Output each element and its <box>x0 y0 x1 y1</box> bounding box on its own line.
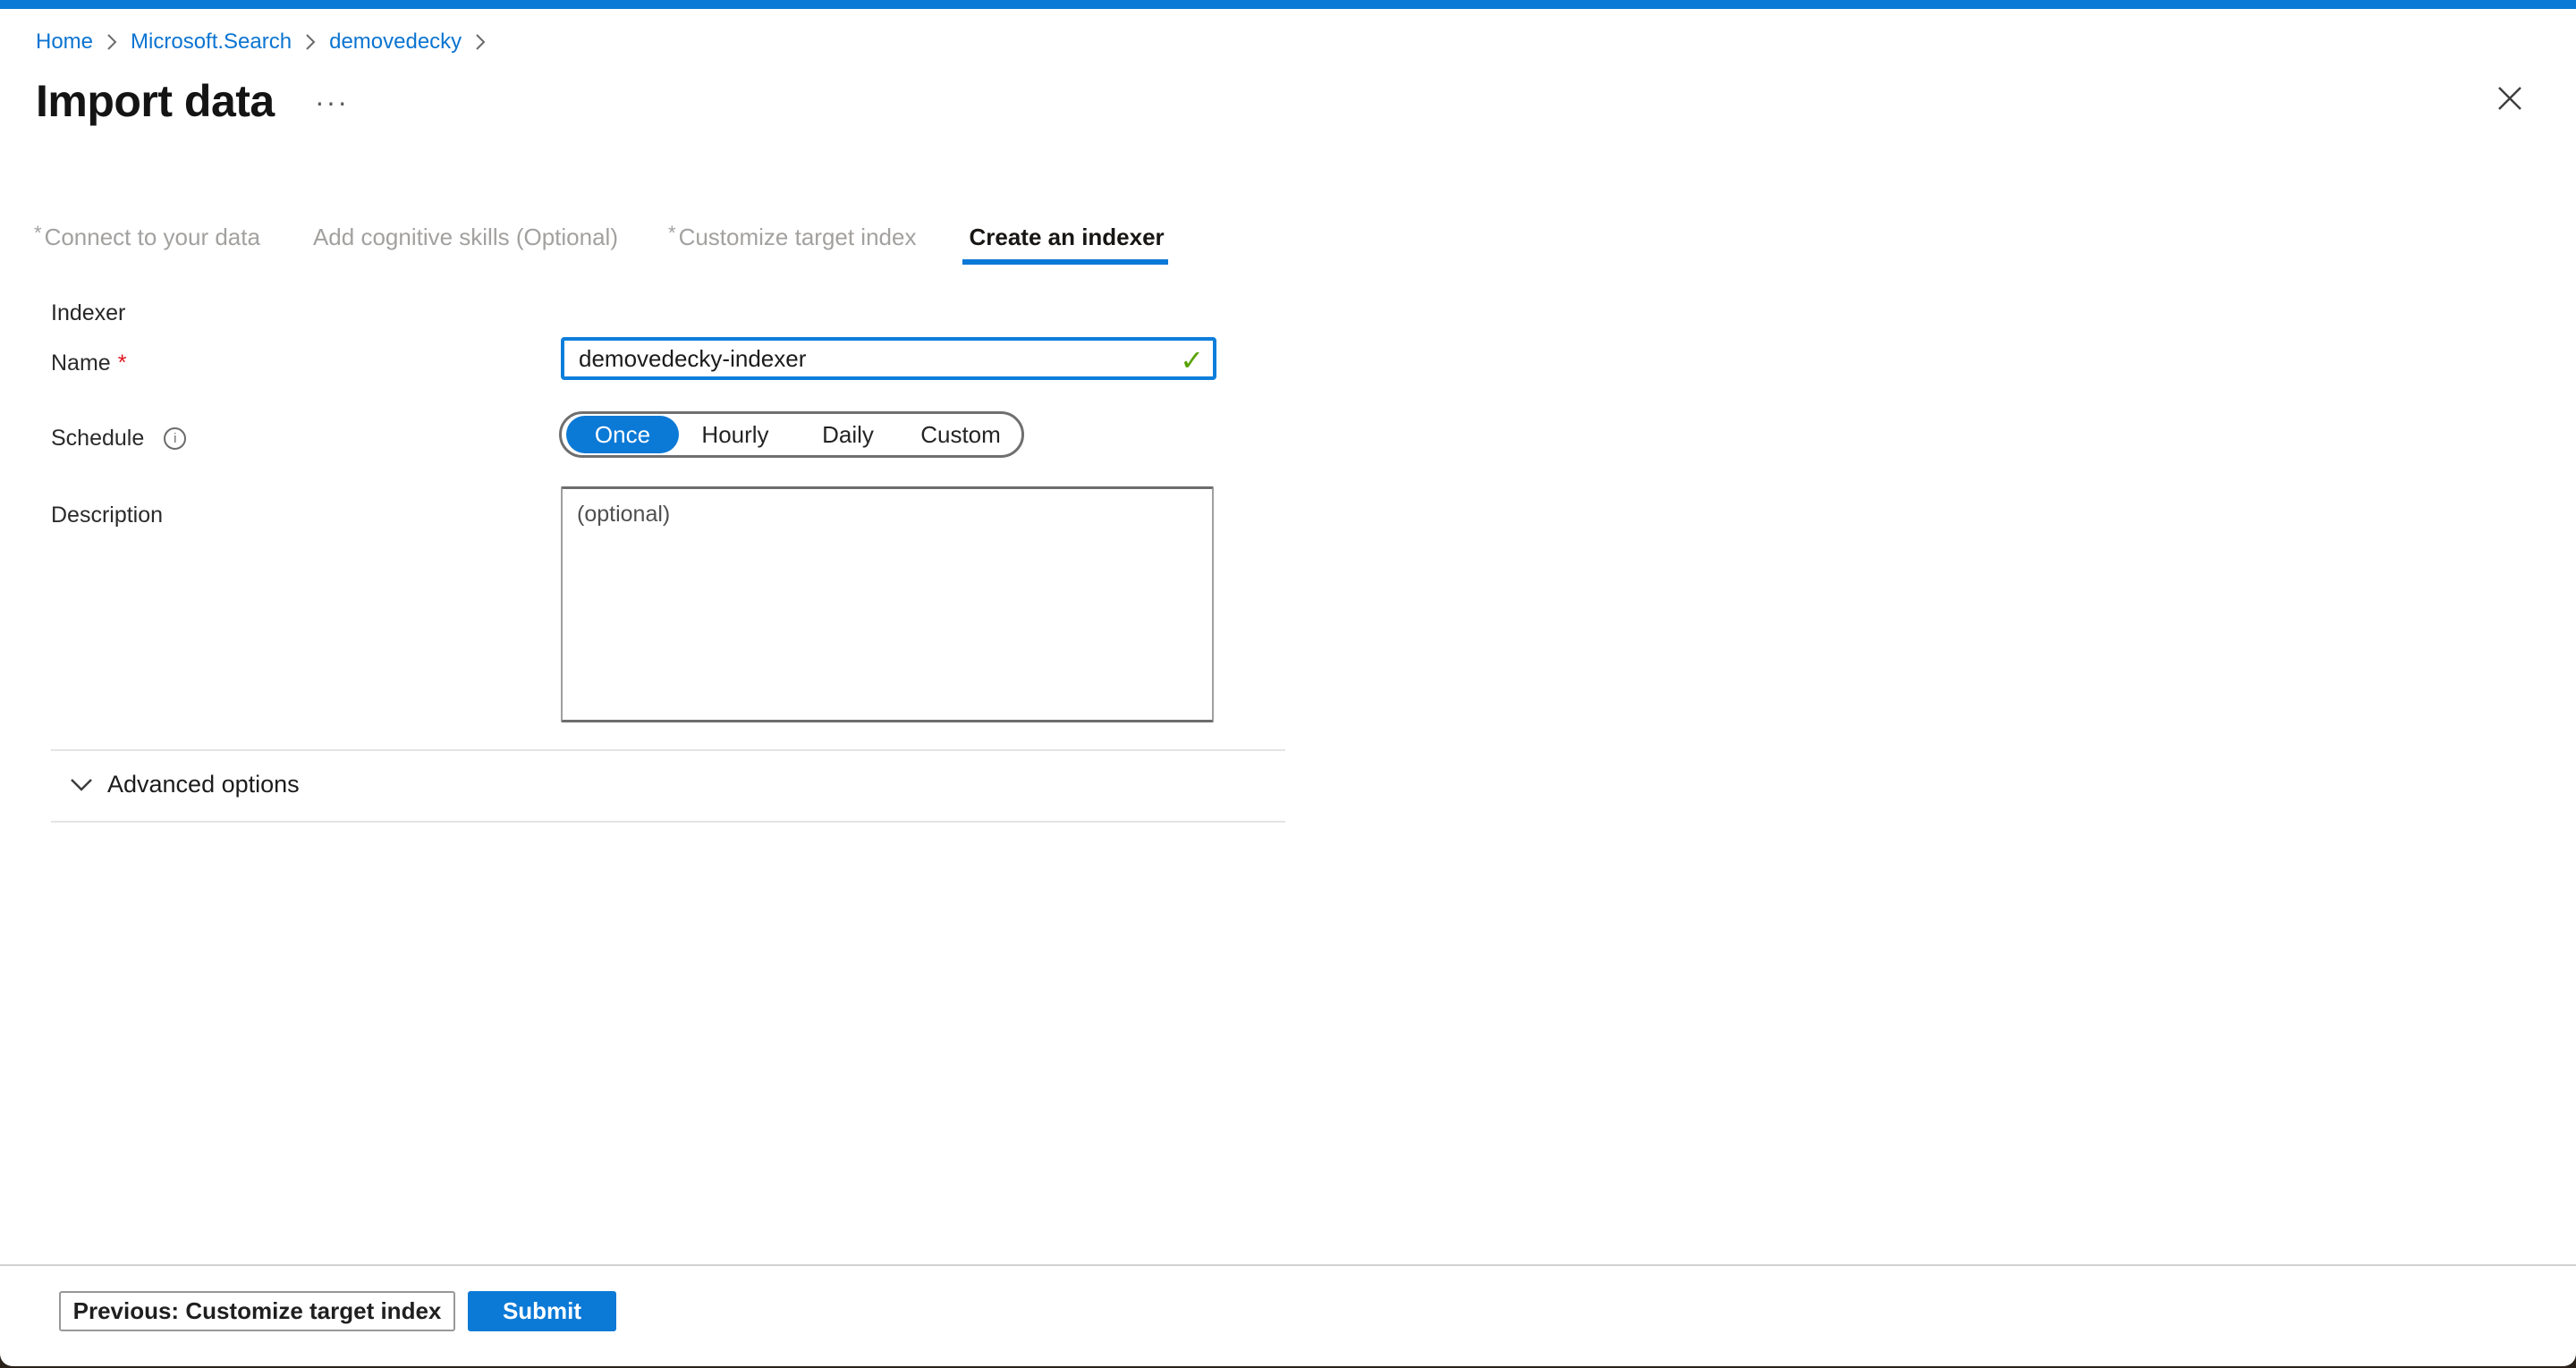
section-label-indexer: Indexer <box>51 300 125 326</box>
breadcrumb-microsoft-search[interactable]: Microsoft.Search <box>131 30 292 55</box>
tab-label: Add cognitive skills (Optional) <box>313 224 618 250</box>
wizard-tabs: *Connect to your data Add cognitive skil… <box>30 222 1168 265</box>
required-star: * <box>668 222 676 244</box>
description-textarea[interactable] <box>561 486 1214 722</box>
divider <box>51 749 1285 751</box>
schedule-segmented-control: Once Hourly Daily Custom <box>559 411 1024 458</box>
tab-label: Connect to your data <box>45 224 260 250</box>
description-field-label: Description <box>51 502 163 528</box>
chevron-down-icon <box>70 778 93 792</box>
close-icon[interactable] <box>2490 79 2529 118</box>
breadcrumb: Home Microsoft.Search demovedecky <box>36 30 499 55</box>
breadcrumb-home[interactable]: Home <box>36 30 93 55</box>
tab-label: Customize target index <box>679 224 917 250</box>
schedule-option-daily[interactable]: Daily <box>792 416 904 453</box>
divider <box>51 821 1285 823</box>
schedule-option-hourly[interactable]: Hourly <box>679 416 792 453</box>
tab-add-cognitive-skills[interactable]: Add cognitive skills (Optional) <box>307 222 622 259</box>
name-field-label: Name * <box>51 350 126 376</box>
tab-label: Create an indexer <box>969 224 1164 250</box>
advanced-options-label: Advanced options <box>107 771 300 798</box>
info-icon[interactable]: i <box>164 427 186 450</box>
window-rounded-bottom <box>0 1354 2576 1366</box>
chevron-right-icon <box>474 32 487 52</box>
more-menu-icon[interactable]: ··· <box>315 86 349 119</box>
advanced-options-toggle[interactable]: Advanced options <box>70 771 300 798</box>
tab-customize-target-index[interactable]: *Customize target index <box>665 222 919 259</box>
submit-button[interactable]: Submit <box>468 1291 616 1331</box>
schedule-option-once[interactable]: Once <box>566 416 679 453</box>
chevron-right-icon <box>304 32 317 52</box>
required-star: * <box>34 222 42 244</box>
name-input-wrap: ✓ <box>561 337 1216 380</box>
page-title: Import data <box>36 75 275 127</box>
chevron-right-icon <box>106 32 118 52</box>
breadcrumb-demovedecky[interactable]: demovedecky <box>329 30 462 55</box>
tab-connect-to-your-data[interactable]: *Connect to your data <box>30 222 264 259</box>
schedule-field-label: Schedule i <box>51 426 186 452</box>
import-data-page: Home Microsoft.Search demovedecky Import… <box>0 0 2576 1368</box>
required-asterisk: * <box>118 350 127 376</box>
footer-divider <box>0 1264 2576 1266</box>
indexer-name-input[interactable] <box>561 337 1216 380</box>
schedule-label-text: Schedule <box>51 426 144 452</box>
schedule-option-custom[interactable]: Custom <box>904 416 1017 453</box>
tab-create-an-indexer[interactable]: Create an indexer <box>962 222 1167 265</box>
previous-button[interactable]: Previous: Customize target index <box>59 1291 455 1331</box>
name-label-text: Name <box>51 350 111 376</box>
top-accent-bar <box>0 0 2576 9</box>
